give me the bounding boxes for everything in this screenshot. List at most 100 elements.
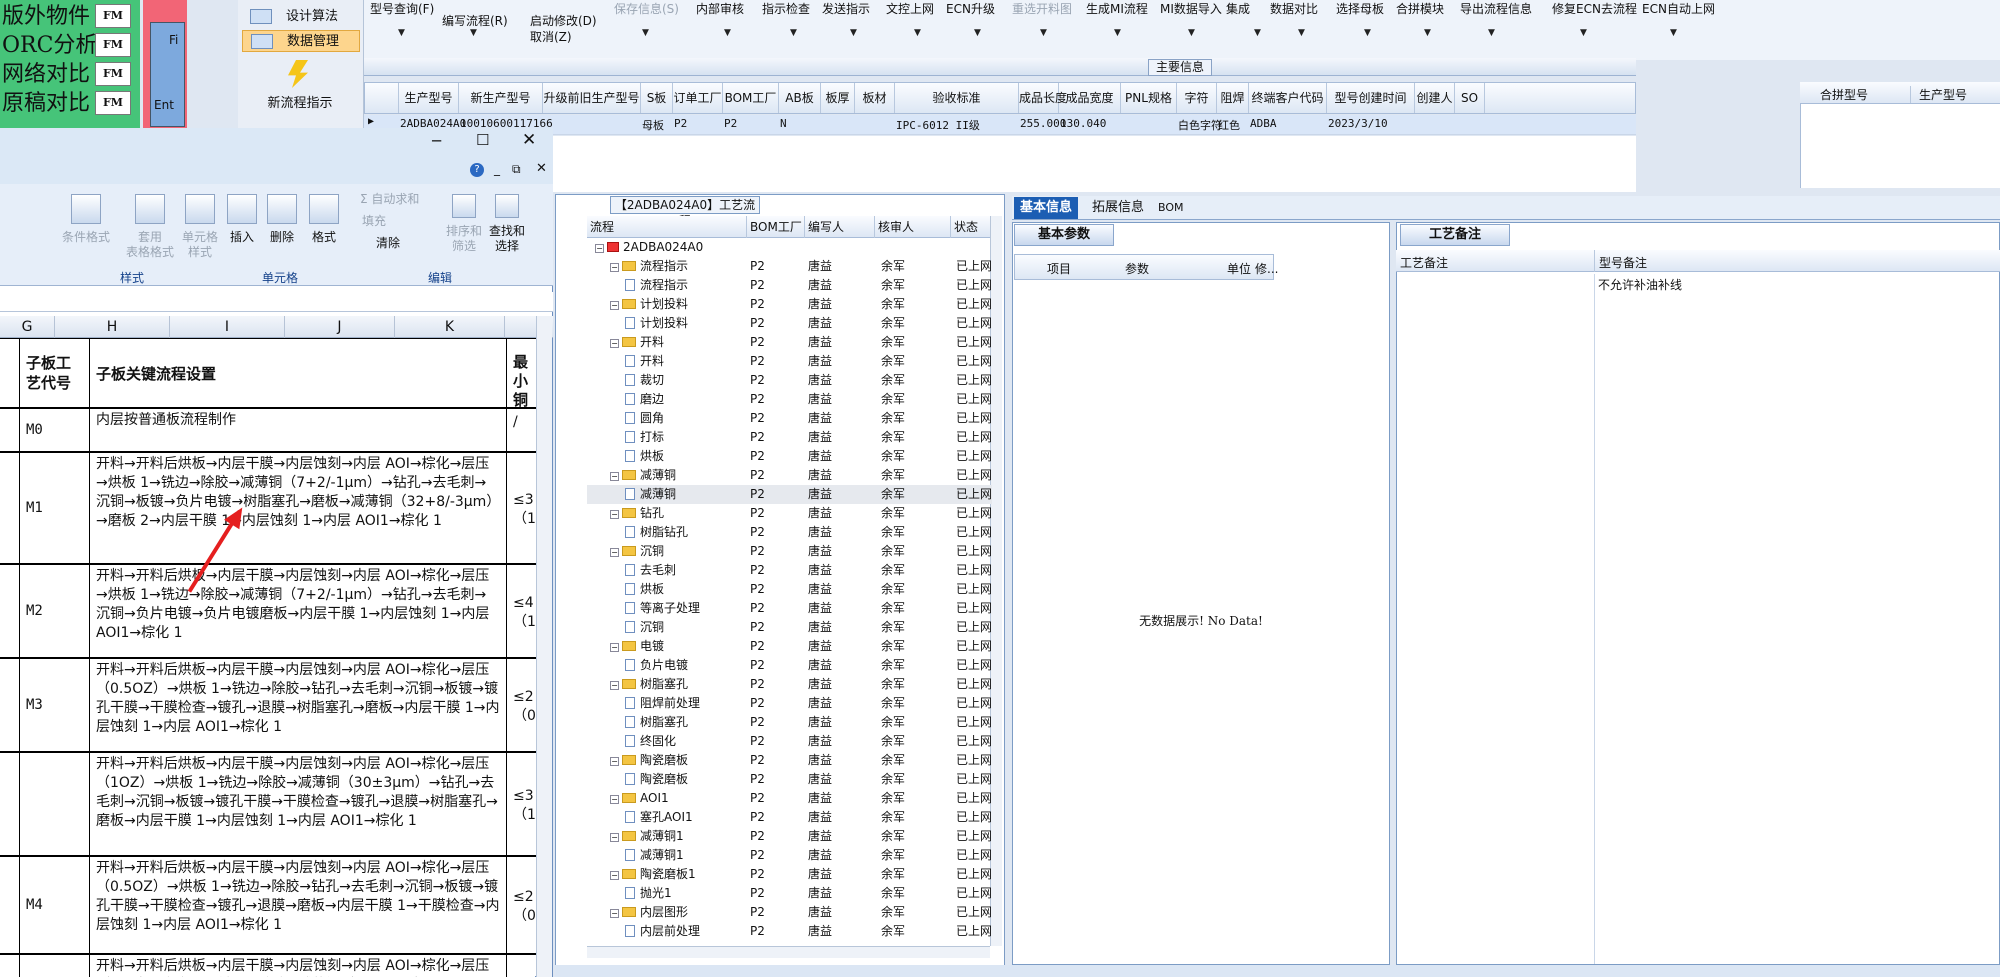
collapse-icon[interactable]: − [610, 833, 619, 842]
tree-node-label[interactable]: − 计划投料 [610, 295, 688, 314]
toolbar-item[interactable]: 启动修改(D) [530, 12, 597, 29]
tree-row[interactable]: 烘板 P2 唐益 余军 已上网 [587, 580, 992, 599]
main-col-header[interactable]: 终端客户代码 [1249, 83, 1327, 113]
nav-item-design-algo[interactable]: 设计算法 [242, 6, 360, 28]
collapse-icon[interactable]: − [610, 681, 619, 690]
toolbar-item[interactable]: 发送指示 [822, 0, 870, 17]
process-hscroll[interactable] [587, 946, 990, 958]
tree-row[interactable]: − 陶瓷磨板 P2 唐益 余军 已上网 [587, 751, 992, 770]
collapse-icon[interactable]: − [610, 339, 619, 348]
formula-bar[interactable] [0, 292, 553, 312]
flow-cell[interactable]: 开料→开料后烘板→内层干膜→内层蚀刻→内层 AOI→棕化→层压（0.5OZ）→烘… [89, 856, 507, 954]
tree-row[interactable]: 陶瓷磨板 P2 唐益 余军 已上网 [587, 770, 992, 789]
tree-node-label[interactable]: − 减薄铜 [610, 466, 676, 485]
flow-cell[interactable]: 内层按普通板流程制作 [89, 408, 507, 452]
process-col-header[interactable]: 编写人 [805, 216, 875, 238]
tree-row[interactable]: − 钻孔 P2 唐益 余军 已上网 [587, 504, 992, 523]
collapse-icon[interactable]: − [610, 510, 619, 519]
main-col-header[interactable]: 升级前旧生产型号 [543, 83, 641, 113]
sort-filter-button[interactable]: 排序和 筛选 [440, 194, 488, 254]
tree-node-label[interactable]: 减薄铜 [625, 485, 676, 504]
tree-node-label[interactable]: − AOI1 [610, 789, 669, 808]
main-col-header[interactable]: 创建人 [1415, 83, 1455, 113]
main-col-header[interactable]: AB板 [779, 83, 821, 113]
toolbar-item[interactable]: ECN升级 [946, 0, 995, 17]
ribbon-restore-icon[interactable]: ⧉ [512, 162, 521, 177]
collapse-icon[interactable]: − [610, 871, 619, 880]
tree-node-label[interactable]: 阻焊前处理 [625, 694, 700, 713]
main-col-header[interactable]: 阻焊 [1217, 83, 1249, 113]
main-col-header[interactable]: 板材 [855, 83, 895, 113]
tree-row[interactable]: 烘板 P2 唐益 余军 已上网 [587, 447, 992, 466]
nav-item-data-manage[interactable]: 数据管理 [242, 30, 360, 52]
tree-row[interactable]: 磨边 P2 唐益 余军 已上网 [587, 390, 992, 409]
tree-row[interactable]: − 开料 P2 唐益 余军 已上网 [587, 333, 992, 352]
tree-node-label[interactable]: 减薄铜1 [625, 846, 684, 865]
tree-row[interactable]: 阻焊前处理 P2 唐益 余军 已上网 [587, 694, 992, 713]
main-col-header[interactable]: 成品宽度 [1059, 83, 1121, 113]
toolbar-item[interactable]: 编写流程(R) [442, 12, 508, 29]
collapse-icon[interactable]: − [610, 263, 619, 272]
tree-node-label[interactable]: − 内层图形 [610, 903, 688, 922]
craft-notes-tab[interactable]: 工艺备注 [1400, 224, 1510, 246]
tree-row[interactable]: − 沉铜 P2 唐益 余军 已上网 [587, 542, 992, 561]
tree-row[interactable]: 圆角 P2 唐益 余军 已上网 [587, 409, 992, 428]
header-flow-cell[interactable]: 子板关键流程设置 [89, 338, 507, 408]
main-col-header[interactable]: 字符 [1177, 83, 1217, 113]
main-col-header[interactable]: 订单工厂 [673, 83, 723, 113]
tree-node-label[interactable]: − 减薄铜1 [610, 827, 684, 846]
col-header-i[interactable]: I [170, 316, 285, 338]
tree-node-label[interactable]: 陶瓷磨板 [625, 770, 688, 789]
toolbar-item[interactable]: 集成 [1226, 0, 1250, 17]
tree-row[interactable]: 计划投料 P2 唐益 余军 已上网 [587, 314, 992, 333]
tree-row[interactable]: 沉铜 P2 唐益 余军 已上网 [587, 618, 992, 637]
tree-node-label[interactable]: 树脂钻孔 [625, 523, 688, 542]
toolbar-item[interactable]: 指示检查 [762, 0, 810, 17]
tree-row[interactable]: 减薄铜1 P2 唐益 余军 已上网 [587, 846, 992, 865]
flow-cell[interactable]: 开料→开料后烘板→内层干膜→内层蚀刻→内层 AOI→棕化→层压（0.5OZ）→烘… [89, 658, 507, 752]
tree-node-label[interactable]: − 陶瓷磨板1 [610, 865, 696, 884]
flow-cell[interactable]: 开料→开料后烘板→内层干膜→内层蚀刻→内层 AOI→棕化→层压→烘板 1→铣边→… [89, 452, 507, 564]
tree-node-label[interactable]: 塞孔AOI1 [625, 808, 693, 827]
minimize-button[interactable]: ─ [432, 132, 441, 150]
tree-node-label[interactable]: 磨边 [625, 390, 664, 409]
toolbar-item[interactable]: 内部审核 [696, 0, 744, 17]
main-col-header[interactable]: S板 [641, 83, 673, 113]
tree-row[interactable]: − 减薄铜1 P2 唐益 余军 已上网 [587, 827, 992, 846]
fm-button[interactable]: FM [95, 4, 131, 28]
tree-node-label[interactable]: − 沉铜 [610, 542, 664, 561]
tree-row[interactable]: −2ADBA024A0 [587, 238, 992, 257]
tree-row[interactable]: − 减薄铜 P2 唐益 余军 已上网 [587, 466, 992, 485]
toolbar-item[interactable]: 导出流程信息 [1460, 0, 1532, 17]
tree-row[interactable]: 负片电镀 P2 唐益 余军 已上网 [587, 656, 992, 675]
maximize-button[interactable]: ☐ [476, 131, 489, 149]
tree-row[interactable]: 终固化 P2 唐益 余军 已上网 [587, 732, 992, 751]
tree-node-label[interactable]: 烘板 [625, 447, 664, 466]
tree-node-label[interactable]: 终固化 [625, 732, 676, 751]
code-cell[interactable]: M2 [19, 564, 90, 658]
sheet-vscroll[interactable] [536, 316, 552, 977]
header-code-cell[interactable]: 子板工艺代号 [19, 338, 90, 408]
fill-button[interactable]: 填充 [362, 214, 386, 229]
toolbar-item[interactable]: ECN自动上网 [1642, 0, 1715, 17]
code-cell[interactable] [19, 954, 90, 977]
tree-node-label[interactable]: −2ADBA024A0 [595, 238, 703, 257]
tree-node-label[interactable]: − 钻孔 [610, 504, 664, 523]
tree-row[interactable]: 内层前处理 P2 唐益 余军 已上网 [587, 922, 992, 941]
insert-button[interactable]: 插入 [222, 194, 262, 245]
tree-node-label[interactable]: 计划投料 [625, 314, 688, 333]
process-tab[interactable]: 【2ADBA024A0】工艺流程 [610, 196, 760, 228]
col-header-j[interactable]: J [285, 316, 395, 338]
tree-node-label[interactable]: − 开料 [610, 333, 664, 352]
tree-row[interactable]: 开料 P2 唐益 余军 已上网 [587, 352, 992, 371]
main-col-header[interactable]: 板厚 [821, 83, 855, 113]
tree-node-label[interactable]: − 陶瓷磨板 [610, 751, 688, 770]
tree-row[interactable]: − AOI1 P2 唐益 余军 已上网 [587, 789, 992, 808]
new-flow-button[interactable]: 新流程指示 [260, 92, 340, 111]
main-col-header[interactable]: 新生产型号 [459, 83, 543, 113]
col-header-h[interactable]: H [55, 316, 170, 338]
tree-row[interactable]: 塞孔AOI1 P2 唐益 余军 已上网 [587, 808, 992, 827]
code-cell[interactable]: M0 [19, 408, 90, 452]
main-col-header[interactable]: 型号创建时间 [1327, 83, 1415, 113]
collapse-icon[interactable]: − [610, 643, 619, 652]
